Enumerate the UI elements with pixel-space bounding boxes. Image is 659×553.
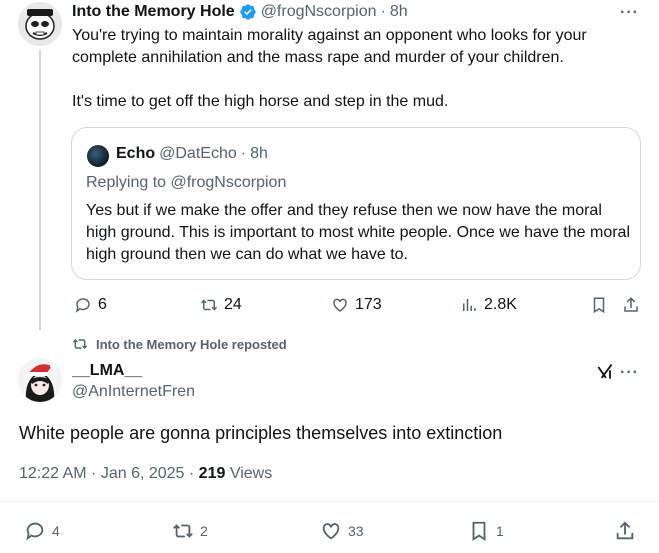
views-button[interactable]: 2.8K: [460, 296, 517, 314]
repost-count: 24: [224, 296, 242, 313]
divider: [0, 501, 659, 502]
anime-girl-santa-hat-avatar-icon: [18, 358, 62, 402]
dot-separator: ·: [240, 145, 247, 162]
repost-icon: [173, 524, 193, 538]
views-label: Views: [225, 465, 273, 482]
dot-separator: ·: [380, 3, 386, 20]
verified-badge-icon: [240, 4, 256, 20]
repost-icon: [200, 299, 218, 311]
author-name[interactable]: Into the Memory Hole: [72, 3, 235, 21]
like-button[interactable]: 173: [331, 296, 382, 314]
quote-author-avatar: [87, 145, 109, 167]
cartoon-face-avatar-icon: [18, 2, 62, 46]
quote-author-handle: @DatEcho: [159, 145, 237, 162]
more-icon[interactable]: ···: [620, 4, 639, 22]
quote-time: 8h: [250, 145, 268, 162]
repost-button[interactable]: 2: [172, 520, 208, 542]
like-count: 173: [355, 296, 382, 313]
tweet-text-paragraph-1: You're trying to maintain morality again…: [72, 27, 587, 66]
tweet-header: Into the Memory Hole @frogNscorpion · 8h: [72, 2, 408, 22]
main-author-name[interactable]: __LMA__: [72, 362, 142, 380]
main-author-handle[interactable]: @AnInternetFren: [72, 383, 195, 401]
tweet-meta: 12:22 AM · Jan 6, 2025 · 219 Views: [19, 465, 272, 483]
grok-icon[interactable]: [595, 362, 615, 382]
quote-replying-to: Replying to @frogNscorpion: [86, 174, 287, 191]
repost-banner[interactable]: Into the Memory Hole reposted: [72, 336, 287, 352]
bookmark-icon: [472, 521, 486, 541]
repost-count: 2: [200, 523, 208, 539]
views-icon: [463, 299, 476, 311]
share-icon: [624, 297, 638, 312]
bookmark-button[interactable]: 1: [468, 520, 504, 542]
like-button[interactable]: 33: [320, 520, 364, 542]
like-count: 33: [348, 523, 364, 539]
reply-icon: [75, 298, 90, 313]
tweet-time[interactable]: 8h: [390, 3, 408, 21]
share-icon: [616, 521, 634, 540]
share-button[interactable]: [614, 520, 636, 542]
author-handle[interactable]: @frogNscorpion: [261, 3, 377, 21]
tweet-timestamp[interactable]: 12:22 AM · Jan 6, 2025 ·: [19, 465, 199, 482]
reply-count: 6: [98, 296, 107, 313]
quote-header: Echo @DatEcho · 8h: [116, 145, 268, 163]
bookmark-icon: [593, 297, 605, 314]
views-count: 219: [198, 465, 226, 482]
reply-count: 4: [52, 523, 60, 539]
tweet-text: You're trying to maintain morality again…: [72, 25, 642, 113]
reply-button[interactable]: 4: [24, 520, 60, 542]
reply-button[interactable]: 6: [74, 296, 107, 314]
share-button[interactable]: [622, 296, 640, 314]
tweet-text-paragraph-2: It's time to get off the high horse and …: [72, 93, 449, 110]
reply-icon: [26, 522, 44, 541]
like-icon: [322, 523, 340, 540]
quote-text: Yes but if we make the offer and they re…: [86, 202, 630, 263]
more-icon[interactable]: ···: [620, 364, 639, 382]
author-avatar[interactable]: [18, 2, 62, 46]
quoted-tweet-card[interactable]: Echo @DatEcho · 8h Replying to @frogNsco…: [71, 127, 641, 280]
views-count: 2.8K: [484, 296, 517, 313]
like-icon: [333, 298, 347, 312]
thread-connector-line: [39, 50, 41, 330]
repost-button[interactable]: 24: [200, 296, 242, 314]
bookmark-button[interactable]: [590, 296, 608, 314]
main-tweet-text: White people are gonna principles themse…: [19, 423, 503, 443]
repost-icon: [72, 338, 88, 350]
main-author-avatar[interactable]: [18, 358, 62, 402]
repost-banner-text: Into the Memory Hole reposted: [96, 336, 287, 352]
bookmark-count: 1: [496, 523, 504, 539]
quote-author-name: Echo: [116, 145, 156, 162]
